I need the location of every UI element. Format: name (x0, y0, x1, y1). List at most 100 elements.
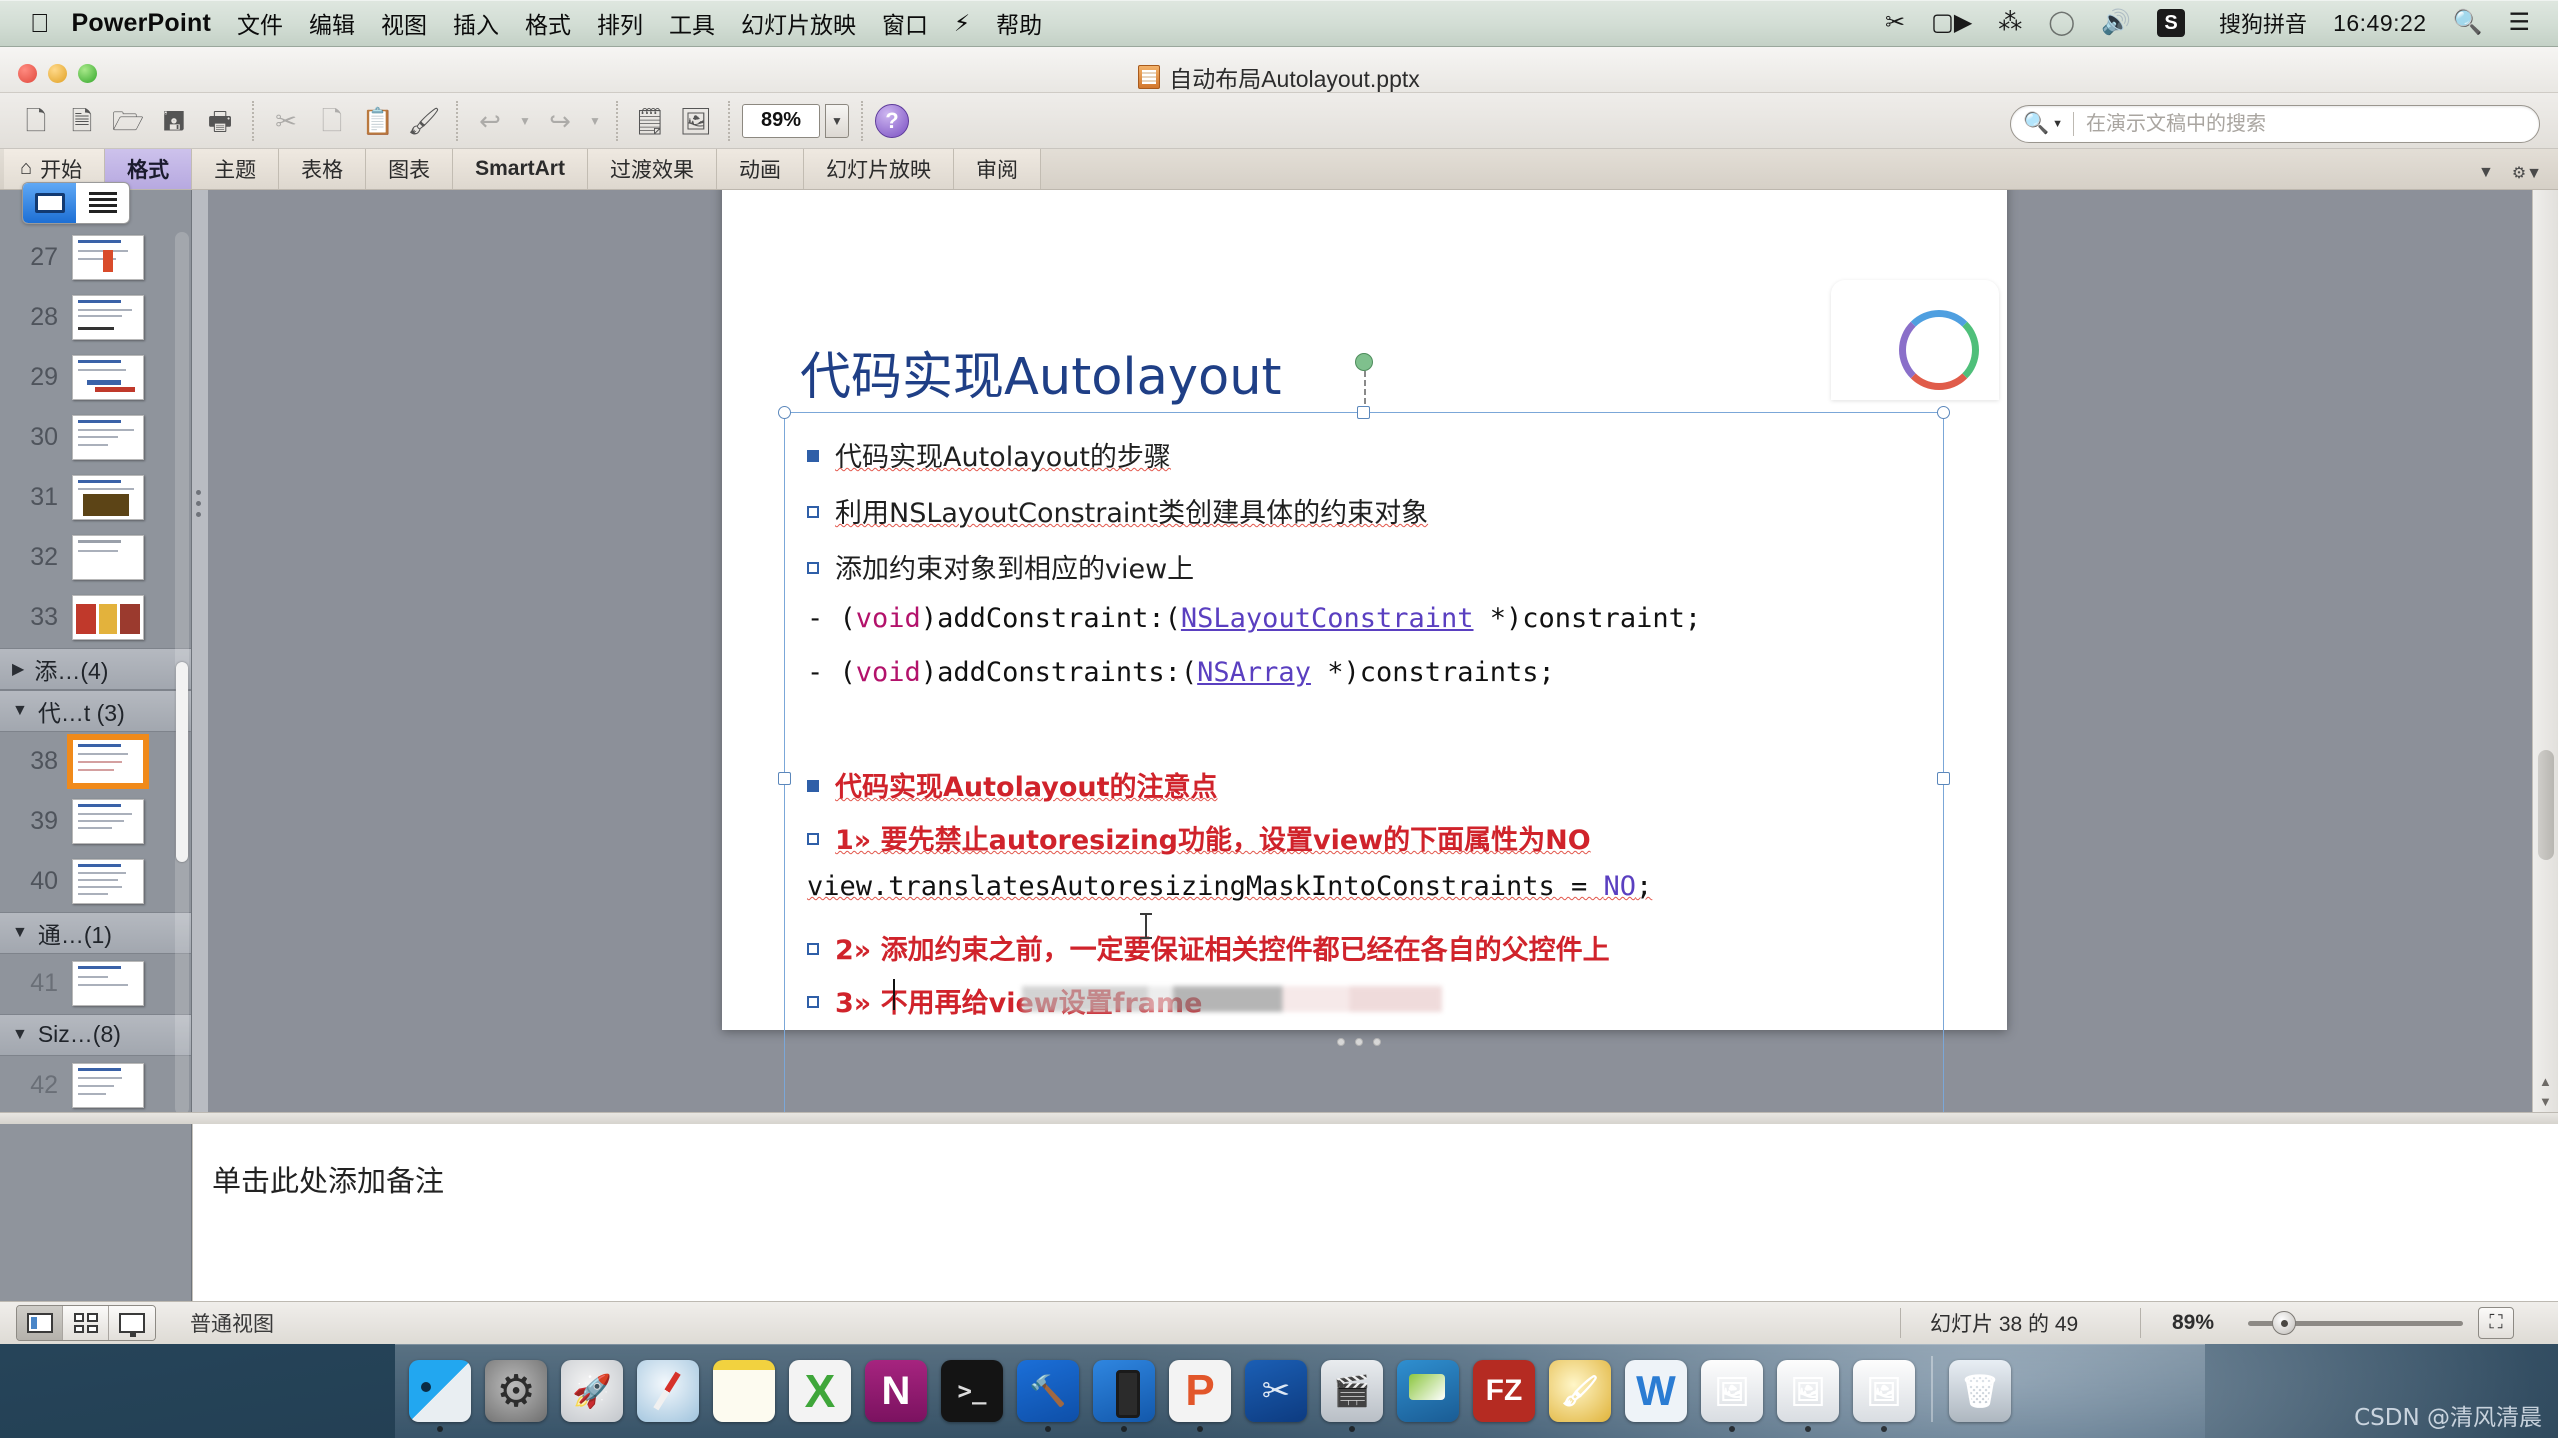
splitter-grip-icon[interactable] (196, 489, 201, 517)
slide-navigator[interactable]: 27 28 29 30 31 32 33 ▶ 添…(4) ▼ 代…t (3) 3… (0, 181, 192, 1123)
menu-item-help[interactable]: 帮助 (996, 6, 1042, 40)
clock-icon[interactable]: ◯ (2048, 11, 2075, 35)
tab-charts[interactable]: 图表 (366, 148, 454, 189)
tab-slideshow[interactable]: 幻灯片放映 (803, 148, 954, 189)
menubar-clock[interactable]: 16:49:22 (2333, 10, 2427, 37)
gear-icon[interactable]: ⚙▼ (2512, 163, 2542, 183)
slide-title-text[interactable]: 代码实现Autolayout (800, 335, 1282, 409)
menu-item-view[interactable]: 视图 (381, 6, 427, 40)
undo-dropdown-icon[interactable]: ▼ (516, 101, 534, 141)
chevron-down-icon[interactable]: ▼ (2478, 164, 2494, 182)
menu-item-edit[interactable]: 编辑 (309, 6, 355, 40)
dock-launchpad[interactable] (555, 1352, 629, 1432)
list-item[interactable]: 39 (0, 792, 191, 852)
dock-image-viewer[interactable] (1847, 1352, 1921, 1432)
chevron-right-icon[interactable]: ▶ (12, 659, 24, 679)
resize-handle-middle-right[interactable] (1937, 772, 1950, 786)
dock-preview-b[interactable] (1771, 1352, 1845, 1432)
cut-icon[interactable]: ✂ (1885, 11, 1905, 35)
ime-badge[interactable]: S (2157, 9, 2186, 37)
dock-trash[interactable] (1943, 1352, 2017, 1432)
menu-item-window[interactable]: 窗口 (882, 6, 928, 40)
tab-tables[interactable]: 表格 (279, 148, 367, 189)
list-item[interactable]: 38 (0, 732, 191, 792)
resize-handle-top-right[interactable] (1937, 405, 1950, 419)
cut-icon[interactable]: ✂ (266, 101, 306, 141)
volume-icon[interactable]: 🔊 (2101, 11, 2131, 35)
slide-bullet-row[interactable]: 添加约束对象到相应的view上 (807, 547, 1194, 586)
view-mode-buttons[interactable] (16, 1305, 156, 1342)
tab-transitions[interactable]: 过渡效果 (587, 148, 717, 189)
menubar-app-name[interactable]: PowerPoint (72, 9, 212, 38)
dock-snip[interactable] (1239, 1352, 1313, 1432)
tab-themes[interactable]: 主题 (192, 148, 280, 189)
dock-system-preferences[interactable] (479, 1352, 553, 1432)
slide-thumbnail[interactable] (72, 1063, 144, 1109)
list-item[interactable]: 29 (0, 348, 191, 408)
slide-thumbnail[interactable] (72, 961, 144, 1007)
flash-icon[interactable]: ⚡ (954, 10, 970, 37)
dock-paint[interactable] (1543, 1352, 1617, 1432)
resize-handle-top-center[interactable] (1357, 405, 1370, 419)
dock-quicktime[interactable] (1315, 1352, 1389, 1432)
dock-preview-a[interactable] (1695, 1352, 1769, 1432)
dock-onenote[interactable] (859, 1352, 933, 1432)
dock-simulator[interactable] (1087, 1352, 1161, 1432)
new-slide-icon[interactable]: 🗒 (630, 101, 670, 141)
slide-thumbnail[interactable] (72, 595, 144, 641)
list-item[interactable]: 41 (0, 954, 191, 1014)
resize-handle-middle-left[interactable] (778, 772, 791, 786)
notes-placeholder-text[interactable]: 单击此处添加备注 (212, 1158, 444, 1200)
dock-terminal[interactable] (935, 1352, 1009, 1432)
chevron-down-icon[interactable]: ▼ (12, 1026, 28, 1044)
slide-thumbnail[interactable] (72, 415, 144, 461)
slide-group-header[interactable]: ▶ 添…(4) (0, 647, 191, 690)
zoom-slider[interactable] (2248, 1306, 2463, 1340)
search-input[interactable] (2086, 112, 2517, 136)
list-item[interactable]: 27 (0, 228, 191, 288)
paste-icon[interactable]: 📋 (358, 101, 398, 141)
chevron-down-icon[interactable]: ▼ (2052, 118, 2063, 130)
slide-thumbnail[interactable] (72, 799, 144, 845)
list-item[interactable]: 31 (0, 468, 191, 528)
dock-xcode[interactable] (1011, 1352, 1085, 1432)
slide-body-placeholder[interactable]: 代码实现Autolayout的步骤 利用NSLayoutConstraint类创… (778, 352, 1950, 1123)
slideshow-button[interactable] (109, 1306, 155, 1341)
menu-item-insert[interactable]: 插入 (453, 6, 499, 40)
slide-footer-placeholder[interactable] (1022, 985, 1442, 1012)
dock-finder[interactable] (403, 1352, 477, 1432)
outline-view-icon[interactable] (76, 183, 129, 223)
screen-record-icon[interactable]: ▢▶ (1931, 11, 1972, 35)
save-icon[interactable]: 🖪 (154, 101, 194, 141)
stage-vertical-scrollbar[interactable]: ▲ ▼ (2532, 189, 2558, 1123)
notes-splitter[interactable] (0, 1111, 2558, 1124)
open-file-icon[interactable]: 🗁 (108, 101, 148, 141)
zoom-stepper[interactable]: ▼ (825, 103, 849, 138)
redo-dropdown-icon[interactable]: ▼ (586, 101, 604, 141)
dock-excel[interactable] (783, 1352, 857, 1432)
dock-powerpoint[interactable] (1163, 1352, 1237, 1432)
bluetooth-icon[interactable]: ⁂ (1998, 11, 2022, 35)
apple-icon[interactable]:  (30, 10, 50, 36)
menu-item-file[interactable]: 文件 (237, 6, 283, 40)
slide-thumbnail-list[interactable]: 27 28 29 30 31 32 33 ▶ 添…(4) ▼ 代…t (3) 3… (0, 228, 191, 1123)
slide-group-header[interactable]: ▼ 通…(1) (0, 911, 191, 954)
slide-bullet-row[interactable]: 1» 要先禁止autoresizing功能，设置view的下面属性为NO (807, 818, 1591, 857)
scrollbar-thumb[interactable] (2538, 749, 2554, 860)
print-icon[interactable]: 🖶 (200, 101, 240, 141)
normal-view-button[interactable] (17, 1306, 63, 1341)
media-browser-icon[interactable]: 🖼 (676, 101, 716, 141)
rotate-handle-icon[interactable] (1355, 352, 1373, 371)
slide-bullet-row[interactable]: 2» 添加约束之前，一定要保证相关控件都已经在各自的父控件上 (807, 928, 1610, 967)
ime-label[interactable]: 搜狗拼音 (2219, 7, 2307, 39)
list-item[interactable]: 28 (0, 288, 191, 348)
navigator-scrollbar[interactable] (175, 231, 189, 1115)
slide-bullet-row[interactable]: 代码实现Autolayout的步骤 (807, 435, 1171, 474)
slide-sorter-button[interactable] (63, 1306, 109, 1341)
slide-bullet-row[interactable]: 利用NSLayoutConstraint类创建具体的约束对象 (807, 491, 1428, 530)
slide-thumbnail[interactable] (72, 355, 144, 401)
menu-item-arrange[interactable]: 排列 (597, 6, 643, 40)
tab-smartart[interactable]: SmartArt (453, 148, 588, 189)
tab-review[interactable]: 审阅 (953, 148, 1041, 189)
spotlight-search-icon[interactable]: 🔍 (2453, 11, 2483, 35)
